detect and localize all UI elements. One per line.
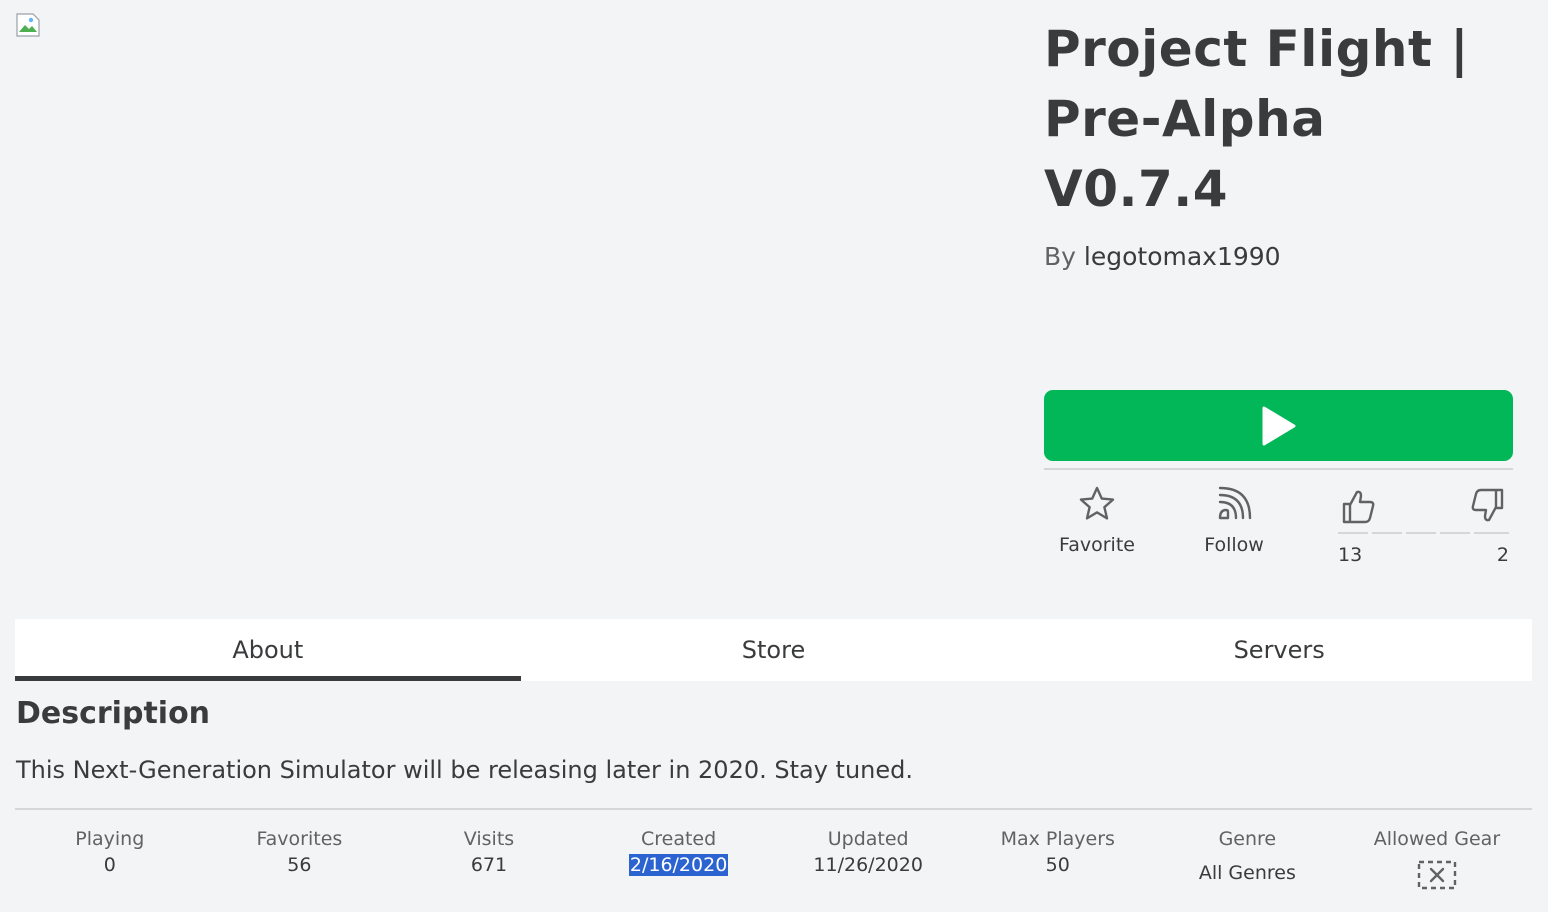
downvote-count: 2 — [1496, 544, 1509, 566]
stat-value: 0 — [103, 854, 116, 876]
stat-value: 50 — [1045, 854, 1070, 876]
favorite-label: Favorite — [1059, 534, 1135, 556]
follow-label: Follow — [1204, 534, 1264, 556]
stat-updated: Updated 11/26/2020 — [773, 828, 963, 895]
play-icon — [1262, 406, 1295, 445]
vote-bar-segment — [1406, 532, 1436, 534]
vote-bar-segment — [1372, 532, 1402, 534]
game-actions: Favorite Follow 13 2 — [1044, 484, 1513, 574]
follow-button[interactable]: Follow — [1194, 484, 1274, 556]
stat-value: 11/26/2020 — [813, 854, 923, 876]
broken-image-icon — [15, 12, 41, 38]
thumbs-down-icon — [1471, 488, 1504, 522]
genre-link[interactable]: All Genres — [1199, 862, 1296, 884]
stat-value: 56 — [287, 854, 312, 876]
play-divider — [1044, 468, 1513, 470]
stat-playing: Playing 0 — [15, 828, 205, 895]
stat-allowed-gear: Allowed Gear — [1342, 828, 1532, 895]
stat-favorites: Favorites 56 — [205, 828, 395, 895]
upvote-button[interactable] — [1338, 486, 1378, 530]
stat-label: Allowed Gear — [1373, 828, 1501, 850]
stat-label: Created — [640, 828, 717, 850]
downvote-button[interactable] — [1468, 486, 1508, 530]
vote-bar-segment — [1338, 532, 1368, 534]
game-header: Project Flight | Pre-Alpha V0.7.4 By leg… — [1044, 14, 1524, 271]
play-button[interactable] — [1044, 390, 1513, 461]
stat-max-players: Max Players 50 — [963, 828, 1153, 895]
stat-label: Genre — [1218, 828, 1277, 850]
game-title: Project Flight | Pre-Alpha V0.7.4 — [1044, 20, 1470, 218]
stat-label: Updated — [827, 828, 909, 850]
game-tabs: About Store Servers — [15, 619, 1532, 681]
upvote-count: 13 — [1338, 544, 1363, 566]
stat-value: 671 — [470, 854, 508, 876]
thumbs-up-icon — [1342, 490, 1375, 524]
stat-label: Favorites — [256, 828, 343, 850]
star-icon — [1079, 486, 1115, 520]
description-text: This Next-Generation Simulator will be r… — [16, 756, 914, 784]
no-gear-icon — [1417, 860, 1457, 895]
stat-label: Max Players — [1000, 828, 1115, 850]
creator-link[interactable]: legotomax1990 — [1084, 242, 1281, 271]
stat-label: Visits — [463, 828, 515, 850]
follow-icon — [1218, 486, 1252, 520]
description-heading: Description — [16, 696, 211, 731]
stat-value: 2/16/2020 — [628, 854, 729, 876]
vote-bar-segment — [1440, 532, 1470, 534]
tab-about[interactable]: About — [15, 619, 521, 681]
vote-bar-segment — [1474, 532, 1509, 534]
by-label: By — [1044, 242, 1076, 271]
favorite-button[interactable]: Favorite — [1057, 484, 1137, 556]
creator-line: By legotomax1990 — [1044, 242, 1524, 271]
stat-visits: Visits 671 — [394, 828, 584, 895]
stats-divider — [15, 808, 1532, 810]
tab-store[interactable]: Store — [521, 619, 1027, 681]
stat-label: Playing — [75, 828, 145, 850]
stat-created: Created 2/16/2020 — [584, 828, 774, 895]
game-stats: Playing 0 Favorites 56 Visits 671 Create… — [15, 828, 1532, 895]
stat-genre: Genre All Genres — [1153, 828, 1343, 895]
tab-servers[interactable]: Servers — [1026, 619, 1532, 681]
